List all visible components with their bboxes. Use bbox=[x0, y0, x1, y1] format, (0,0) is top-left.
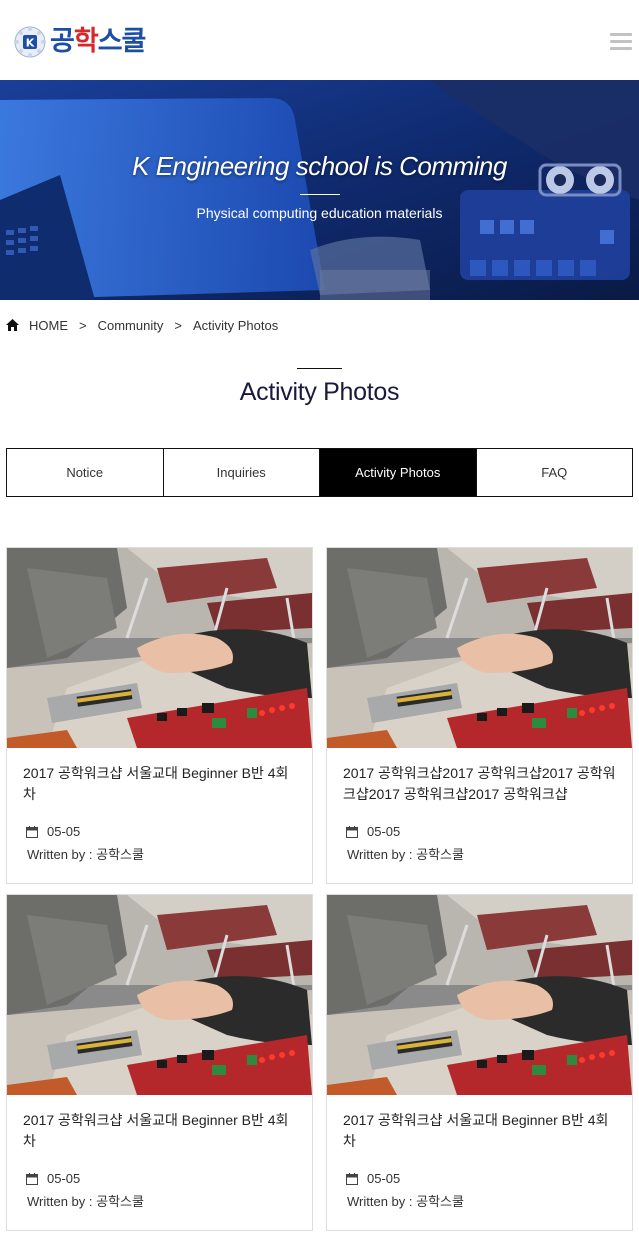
logo-emblem-letter: K bbox=[26, 37, 35, 50]
post-card[interactable]: 2017 공학워크샵 서울교대 Beginner B반 4회차 05-05 Wr… bbox=[6, 547, 313, 884]
post-date: 05-05 bbox=[47, 1171, 81, 1186]
tab-activity-photos[interactable]: Activity Photos bbox=[320, 449, 477, 496]
site-header: K 공학스쿨 bbox=[0, 0, 639, 80]
post-title[interactable]: 2017 공학워크샵2017 공학워크샵2017 공학워크샵2017 공학워크샵… bbox=[343, 763, 621, 805]
home-icon[interactable] bbox=[6, 319, 19, 331]
title-divider bbox=[297, 368, 342, 369]
post-card[interactable]: 2017 공학워크샵 서울교대 Beginner B반 4회차 05-05 Wr… bbox=[6, 894, 313, 1231]
logo-text-part1: 공 bbox=[50, 26, 75, 57]
post-date: 05-05 bbox=[367, 824, 401, 839]
logo-text: 공학스쿨 bbox=[50, 26, 147, 58]
breadcrumb: HOME > Community > Activity Photos bbox=[6, 316, 278, 334]
thumbnail-photo bbox=[327, 548, 632, 748]
breadcrumb-home[interactable]: HOME bbox=[29, 318, 68, 333]
post-date-row: 05-05 bbox=[26, 824, 80, 839]
post-author: Written by : 공학스쿨 bbox=[347, 847, 464, 862]
post-thumbnail[interactable] bbox=[7, 895, 312, 1095]
tab-faq[interactable]: FAQ bbox=[476, 449, 632, 496]
post-author: Written by : 공학스쿨 bbox=[27, 1194, 144, 1209]
breadcrumb-separator: > bbox=[174, 317, 182, 333]
tab-notice[interactable]: Notice bbox=[7, 449, 164, 496]
calendar-icon bbox=[26, 825, 38, 838]
hero-subtitle: Physical computing education materials bbox=[196, 205, 443, 221]
thumbnail-photo bbox=[7, 895, 312, 1095]
board-tabs: Notice Inquiries Activity Photos FAQ bbox=[6, 448, 633, 497]
post-author: Written by : 공학스쿨 bbox=[347, 1194, 464, 1209]
calendar-icon bbox=[26, 1172, 38, 1185]
post-card[interactable]: 2017 공학워크샵 서울교대 Beginner B반 4회차 05-05 Wr… bbox=[326, 894, 633, 1231]
breadcrumb-community[interactable]: Community bbox=[98, 318, 164, 333]
breadcrumb-activity-photos[interactable]: Activity Photos bbox=[193, 318, 278, 333]
hero-title: K Engineering school is Comming bbox=[132, 151, 507, 181]
logo-text-part2: 학 bbox=[73, 26, 99, 57]
post-date: 05-05 bbox=[47, 824, 81, 839]
post-title[interactable]: 2017 공학워크샵 서울교대 Beginner B반 4회차 bbox=[23, 763, 301, 805]
calendar-icon bbox=[346, 1172, 358, 1185]
post-date: 05-05 bbox=[367, 1171, 401, 1186]
hero-divider bbox=[300, 194, 340, 195]
site-logo[interactable]: K 공학스쿨 bbox=[14, 26, 147, 58]
breadcrumb-separator: > bbox=[79, 317, 87, 333]
calendar-icon bbox=[346, 825, 358, 838]
thumbnail-photo bbox=[327, 895, 632, 1095]
post-author: Written by : 공학스쿨 bbox=[27, 847, 144, 862]
post-thumbnail[interactable] bbox=[327, 895, 632, 1095]
tab-inquiries[interactable]: Inquiries bbox=[163, 449, 320, 496]
hamburger-icon[interactable] bbox=[610, 33, 632, 51]
hero-banner: K Engineering school is Comming Physical… bbox=[0, 80, 639, 300]
post-date-row: 05-05 bbox=[346, 824, 400, 839]
logo-emblem-icon: K bbox=[14, 26, 46, 58]
page-title: Activity Photos bbox=[239, 378, 400, 406]
thumbnail-photo bbox=[7, 548, 312, 748]
post-title[interactable]: 2017 공학워크샵 서울교대 Beginner B반 4회차 bbox=[343, 1110, 621, 1152]
post-card[interactable]: 2017 공학워크샵2017 공학워크샵2017 공학워크샵2017 공학워크샵… bbox=[326, 547, 633, 884]
post-title[interactable]: 2017 공학워크샵 서울교대 Beginner B반 4회차 bbox=[23, 1110, 301, 1152]
hero-background-image bbox=[0, 80, 639, 300]
post-thumbnail[interactable] bbox=[7, 548, 312, 748]
logo-text-part3: 스쿨 bbox=[97, 26, 147, 57]
post-date-row: 05-05 bbox=[26, 1171, 80, 1186]
post-thumbnail[interactable] bbox=[327, 548, 632, 748]
post-date-row: 05-05 bbox=[346, 1171, 400, 1186]
